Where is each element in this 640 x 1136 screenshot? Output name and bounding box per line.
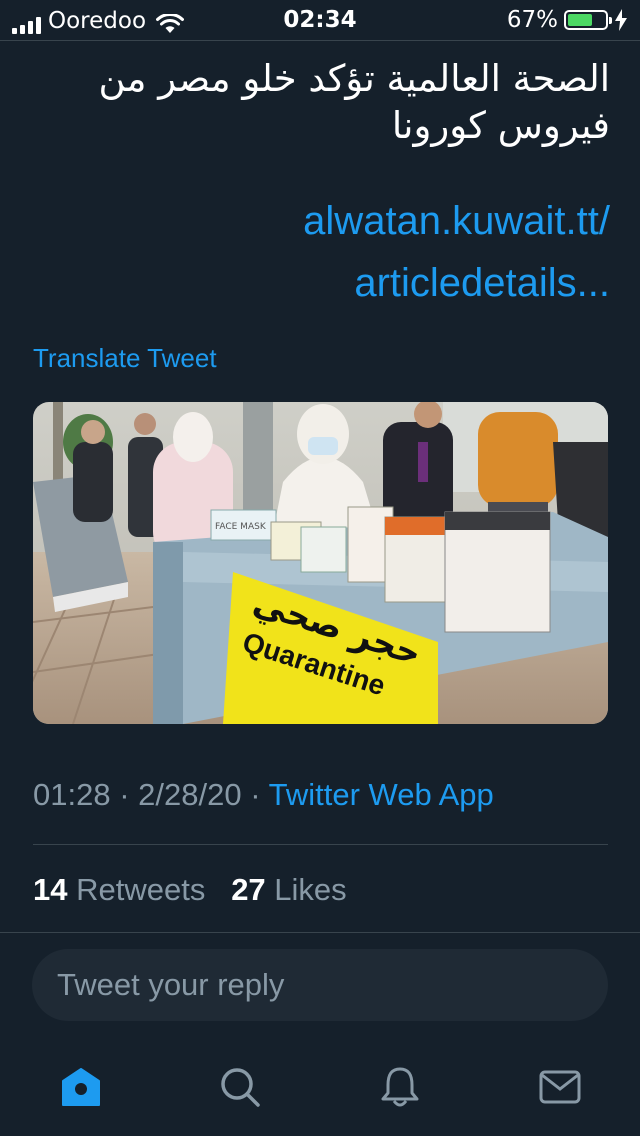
tweet-stats: 14 Retweets 27 Likes: [33, 872, 347, 908]
tab-search[interactable]: [218, 1065, 262, 1109]
retweets-label: Retweets: [76, 872, 206, 907]
likes-label: Likes: [274, 872, 347, 907]
tab-notifications[interactable]: [378, 1065, 422, 1109]
tweet-photo[interactable]: FACE MASK حجر صحي Quarantine: [33, 402, 608, 724]
search-icon: [221, 1068, 260, 1107]
tweet-link-line2[interactable]: articledetails...: [30, 252, 610, 314]
tweet-date: 2/28/20: [138, 777, 242, 812]
divider-full: [0, 932, 640, 933]
tweet-time: 01:28: [33, 777, 111, 812]
battery-percent: 67%: [506, 7, 558, 33]
status-bar: Ooredoo 02:34 67%: [0, 0, 640, 41]
likes-count: 27: [231, 872, 266, 907]
tweet-meta: 01:28 · 2/28/20 · Twitter Web App: [33, 777, 494, 813]
battery-area: 67%: [507, 7, 628, 33]
battery-icon: [564, 10, 612, 30]
mask-box-label: FACE MASK: [215, 522, 267, 532]
charging-icon: [615, 9, 627, 31]
tab-home[interactable]: [59, 1065, 103, 1109]
tweet-source-link[interactable]: Twitter Web App: [269, 777, 494, 812]
bottom-tab-bar: [0, 1045, 640, 1136]
battery-fill: [568, 14, 592, 26]
home-icon: [62, 1068, 100, 1106]
meta-separator: ·: [119, 777, 130, 812]
airport-quarantine-scene: FACE MASK حجر صحي Quarantine: [33, 402, 608, 724]
mail-icon: [539, 1070, 581, 1104]
tweet-text: الصحة العالمية تؤكد خلو مصر من فيروس كور…: [98, 57, 611, 147]
tweet-link[interactable]: alwatan.kuwait.tt/ articledetails...: [30, 190, 610, 314]
reply-input[interactable]: Tweet your reply: [32, 949, 608, 1021]
divider: [33, 844, 608, 845]
reply-placeholder: Tweet your reply: [57, 967, 285, 1002]
translate-tweet-link[interactable]: Translate Tweet: [33, 343, 217, 374]
bell-icon: [381, 1067, 419, 1107]
tab-messages[interactable]: [538, 1065, 582, 1109]
retweets-count: 14: [33, 872, 68, 907]
tweet-link-line1[interactable]: alwatan.kuwait.tt/: [30, 190, 610, 252]
likes-link[interactable]: 27 Likes: [231, 872, 346, 907]
retweets-link[interactable]: 14 Retweets: [33, 872, 205, 907]
meta-separator-2: ·: [250, 777, 261, 812]
